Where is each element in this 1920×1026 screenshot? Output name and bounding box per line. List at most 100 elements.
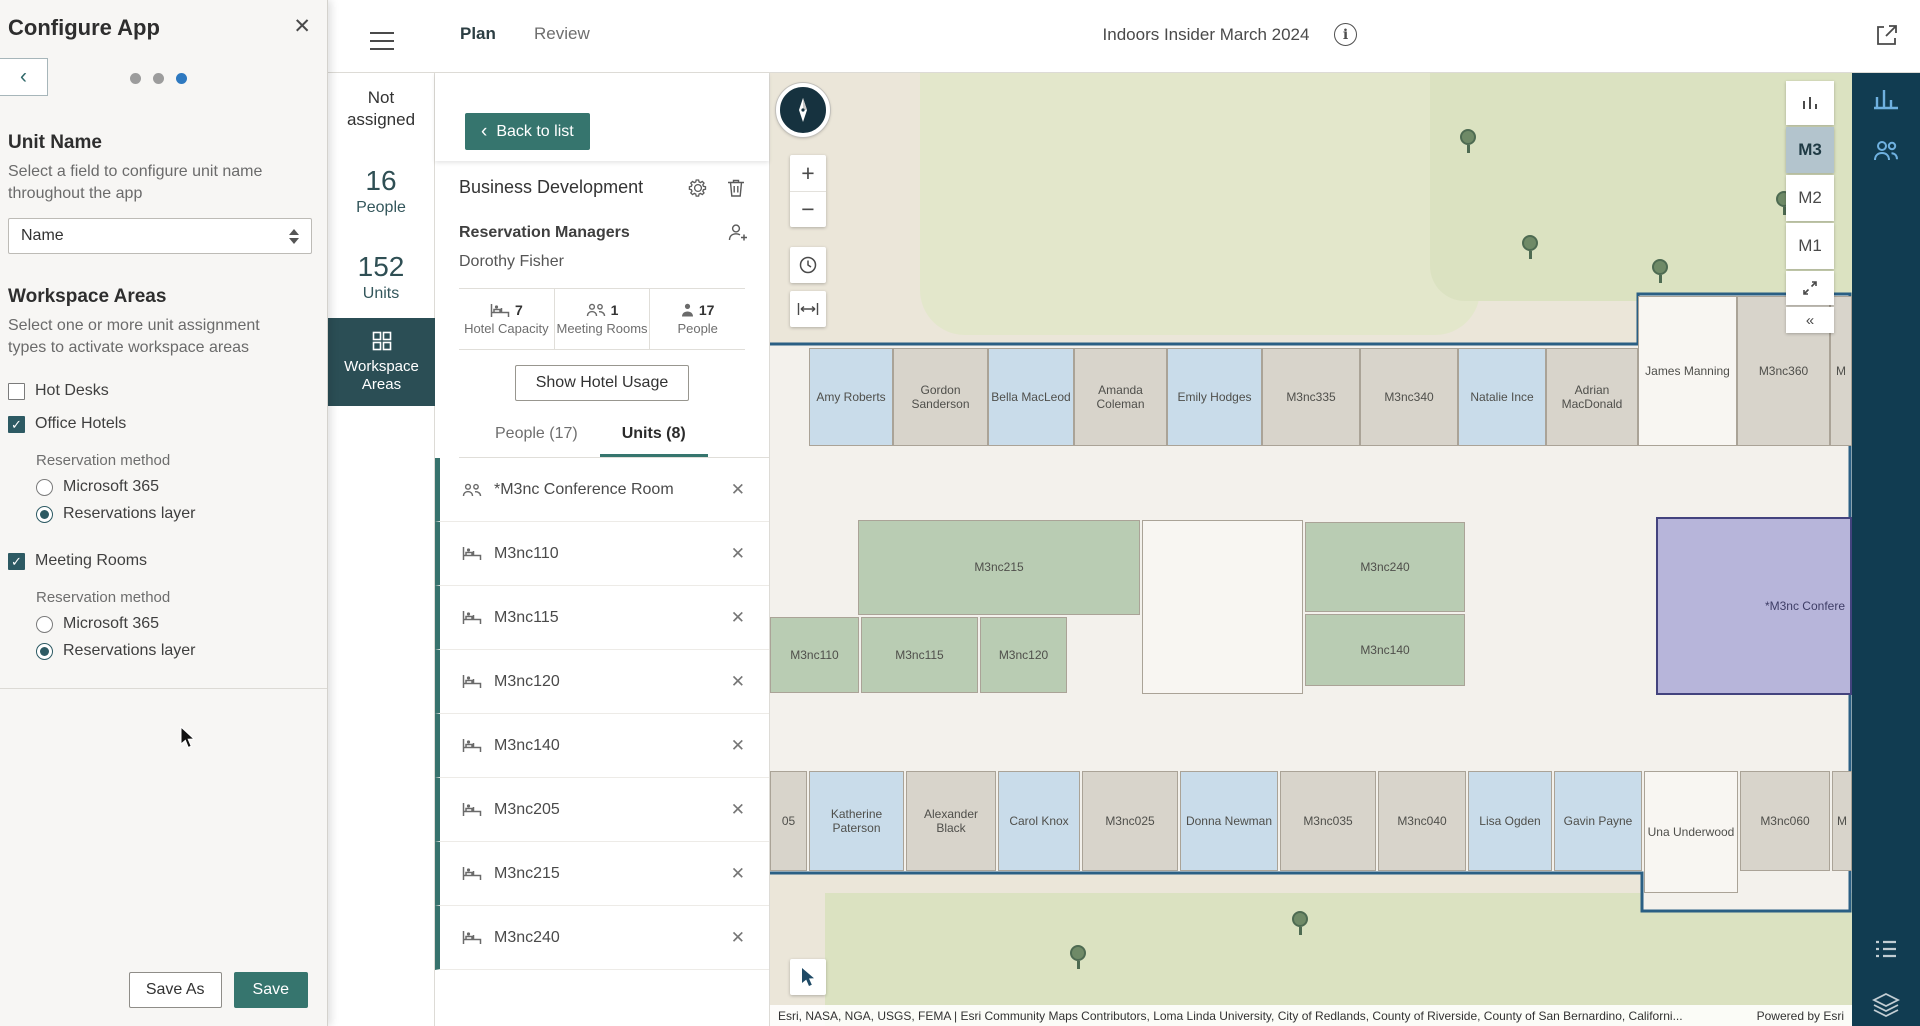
meeting-rooms-checkbox[interactable]: Meeting Rooms — [8, 552, 147, 570]
map-room[interactable]: M3nc120 — [980, 617, 1067, 693]
map-attribution: Esri, NASA, NGA, USGS, FEMA | Esri Commu… — [770, 1005, 1852, 1026]
map-room[interactable]: M3nc340 — [1360, 348, 1458, 446]
close-icon[interactable]: ✕ — [293, 14, 311, 39]
map-room[interactable]: *M3nc Confere — [1656, 517, 1852, 695]
map-room[interactable]: Adrian MacDonald — [1546, 348, 1638, 446]
hot-desks-checkbox[interactable]: Hot Desks — [8, 382, 109, 400]
unit-list-item[interactable]: *M3nc Conference Room ✕ — [435, 458, 769, 522]
map-room[interactable]: Donna Newman — [1180, 771, 1278, 871]
legend-list-icon[interactable] — [1872, 935, 1900, 963]
remove-unit-icon[interactable]: ✕ — [731, 544, 745, 564]
remove-unit-icon[interactable]: ✕ — [731, 480, 745, 500]
radio-icon[interactable] — [36, 616, 53, 633]
map-room[interactable]: M3nc115 — [861, 617, 978, 693]
zoom-in-button[interactable]: + — [790, 155, 826, 191]
map-room[interactable]: M3nc060 — [1740, 771, 1830, 871]
step-dot[interactable] — [153, 73, 164, 84]
map-room[interactable]: Alexander Black — [906, 771, 996, 871]
menu-icon[interactable] — [370, 26, 394, 46]
map-room[interactable]: Natalie Ince — [1458, 348, 1546, 446]
tab-units[interactable]: Units (8) — [600, 417, 708, 457]
unit-list-item[interactable]: M3nc115 ✕ — [435, 586, 769, 650]
map-room[interactable] — [1142, 520, 1303, 694]
zoom-out-button[interactable]: − — [790, 191, 826, 227]
back-to-list-button[interactable]: ‹ Back to list — [465, 113, 590, 150]
trash-icon[interactable] — [727, 178, 747, 198]
meeting-reservations-layer-radio[interactable]: Reservations layer — [36, 642, 196, 660]
checkbox-icon[interactable] — [8, 553, 25, 570]
map-room[interactable]: M3nc040 — [1378, 771, 1466, 871]
tab-plan[interactable]: Plan — [460, 24, 496, 44]
remove-unit-icon[interactable]: ✕ — [731, 736, 745, 756]
hotels-reservations-layer-radio[interactable]: Reservations layer — [36, 505, 196, 523]
radio-icon[interactable] — [36, 506, 53, 523]
map-room[interactable]: M3nc140 — [1305, 614, 1465, 686]
remove-unit-icon[interactable]: ✕ — [731, 928, 745, 948]
map-room[interactable]: James Manning — [1638, 296, 1737, 446]
map-room[interactable]: Bella MacLeod — [988, 348, 1074, 446]
map-room[interactable]: M3nc215 — [858, 520, 1140, 615]
map-room[interactable]: Amy Roberts — [809, 348, 893, 446]
clock-tool-button[interactable] — [790, 247, 826, 283]
meeting-microsoft-365-radio[interactable]: Microsoft 365 — [36, 615, 159, 633]
map-room[interactable]: Gordon Sanderson — [893, 348, 988, 446]
step-dot[interactable] — [130, 73, 141, 84]
radio-icon[interactable] — [36, 479, 53, 496]
map-room[interactable]: M3nc035 — [1280, 771, 1376, 871]
expand-floors-button[interactable] — [1786, 271, 1834, 305]
add-person-icon[interactable] — [727, 223, 747, 243]
checkbox-icon[interactable] — [8, 416, 25, 433]
panel-back-button[interactable]: ‹ — [0, 58, 48, 96]
map-room[interactable]: 05 — [770, 771, 807, 871]
map-room[interactable]: Katherine Paterson — [809, 771, 904, 871]
floor-plan-map[interactable]: Amy RobertsGordon SandersonBella MacLeod… — [770, 73, 1852, 1026]
unit-list-item[interactable]: M3nc205 ✕ — [435, 778, 769, 842]
export-icon[interactable] — [1874, 22, 1900, 48]
workspace-areas-tile[interactable]: Workspace Areas — [328, 318, 435, 406]
map-room[interactable]: M — [1832, 771, 1852, 871]
radio-icon[interactable] — [36, 643, 53, 660]
map-room[interactable]: Amanda Coleman — [1074, 348, 1167, 446]
step-dot-active[interactable] — [176, 73, 187, 84]
unit-list-item[interactable]: M3nc140 ✕ — [435, 714, 769, 778]
show-hotel-usage-button[interactable]: Show Hotel Usage — [515, 365, 690, 401]
save-as-button[interactable]: Save As — [129, 972, 222, 1008]
gear-icon[interactable] — [688, 178, 708, 198]
save-button[interactable]: Save — [234, 972, 308, 1008]
map-room[interactable]: M3nc110 — [770, 617, 859, 693]
tab-review[interactable]: Review — [534, 24, 590, 44]
map-room[interactable]: Una Underwood — [1644, 771, 1738, 893]
layers-icon[interactable] — [1872, 991, 1900, 1019]
remove-unit-icon[interactable]: ✕ — [731, 800, 745, 820]
map-room[interactable]: M3nc335 — [1262, 348, 1360, 446]
unit-list-item[interactable]: M3nc240 ✕ — [435, 906, 769, 970]
map-room[interactable]: M3nc025 — [1082, 771, 1178, 871]
map-room[interactable]: Lisa Ogden — [1468, 771, 1552, 871]
people-panel-icon[interactable] — [1872, 137, 1900, 165]
unit-list-item[interactable]: M3nc215 ✕ — [435, 842, 769, 906]
hotels-microsoft-365-radio[interactable]: Microsoft 365 — [36, 478, 159, 496]
office-hotels-checkbox[interactable]: Office Hotels — [8, 415, 126, 433]
remove-unit-icon[interactable]: ✕ — [731, 672, 745, 692]
compass-icon[interactable] — [776, 83, 830, 137]
info-icon[interactable] — [1334, 23, 1357, 46]
map-room[interactable]: M3nc240 — [1305, 522, 1465, 612]
unit-list-item[interactable]: M3nc120 ✕ — [435, 650, 769, 714]
map-room[interactable]: Carol Knox — [998, 771, 1080, 871]
map-room[interactable]: Gavin Payne — [1554, 771, 1642, 871]
map-room[interactable]: Emily Hodges — [1167, 348, 1262, 446]
dashboard-chart-icon[interactable] — [1872, 85, 1900, 113]
floor-button-m3[interactable]: M3 — [1786, 127, 1834, 173]
collapse-floor-selector-button[interactable]: « — [1786, 307, 1834, 333]
remove-unit-icon[interactable]: ✕ — [731, 864, 745, 884]
unit-list-item[interactable]: M3nc110 ✕ — [435, 522, 769, 586]
floor-button-m2[interactable]: M2 — [1786, 175, 1834, 221]
floor-button-m1[interactable]: M1 — [1786, 223, 1834, 269]
checkbox-icon[interactable] — [8, 383, 25, 400]
measure-tool-button[interactable] — [790, 291, 826, 327]
remove-unit-icon[interactable]: ✕ — [731, 608, 745, 628]
unit-name-select[interactable]: Name — [8, 218, 312, 254]
select-tool-button[interactable] — [790, 959, 826, 995]
tab-people[interactable]: People (17) — [473, 417, 600, 457]
floor-filter-button[interactable] — [1786, 81, 1834, 125]
